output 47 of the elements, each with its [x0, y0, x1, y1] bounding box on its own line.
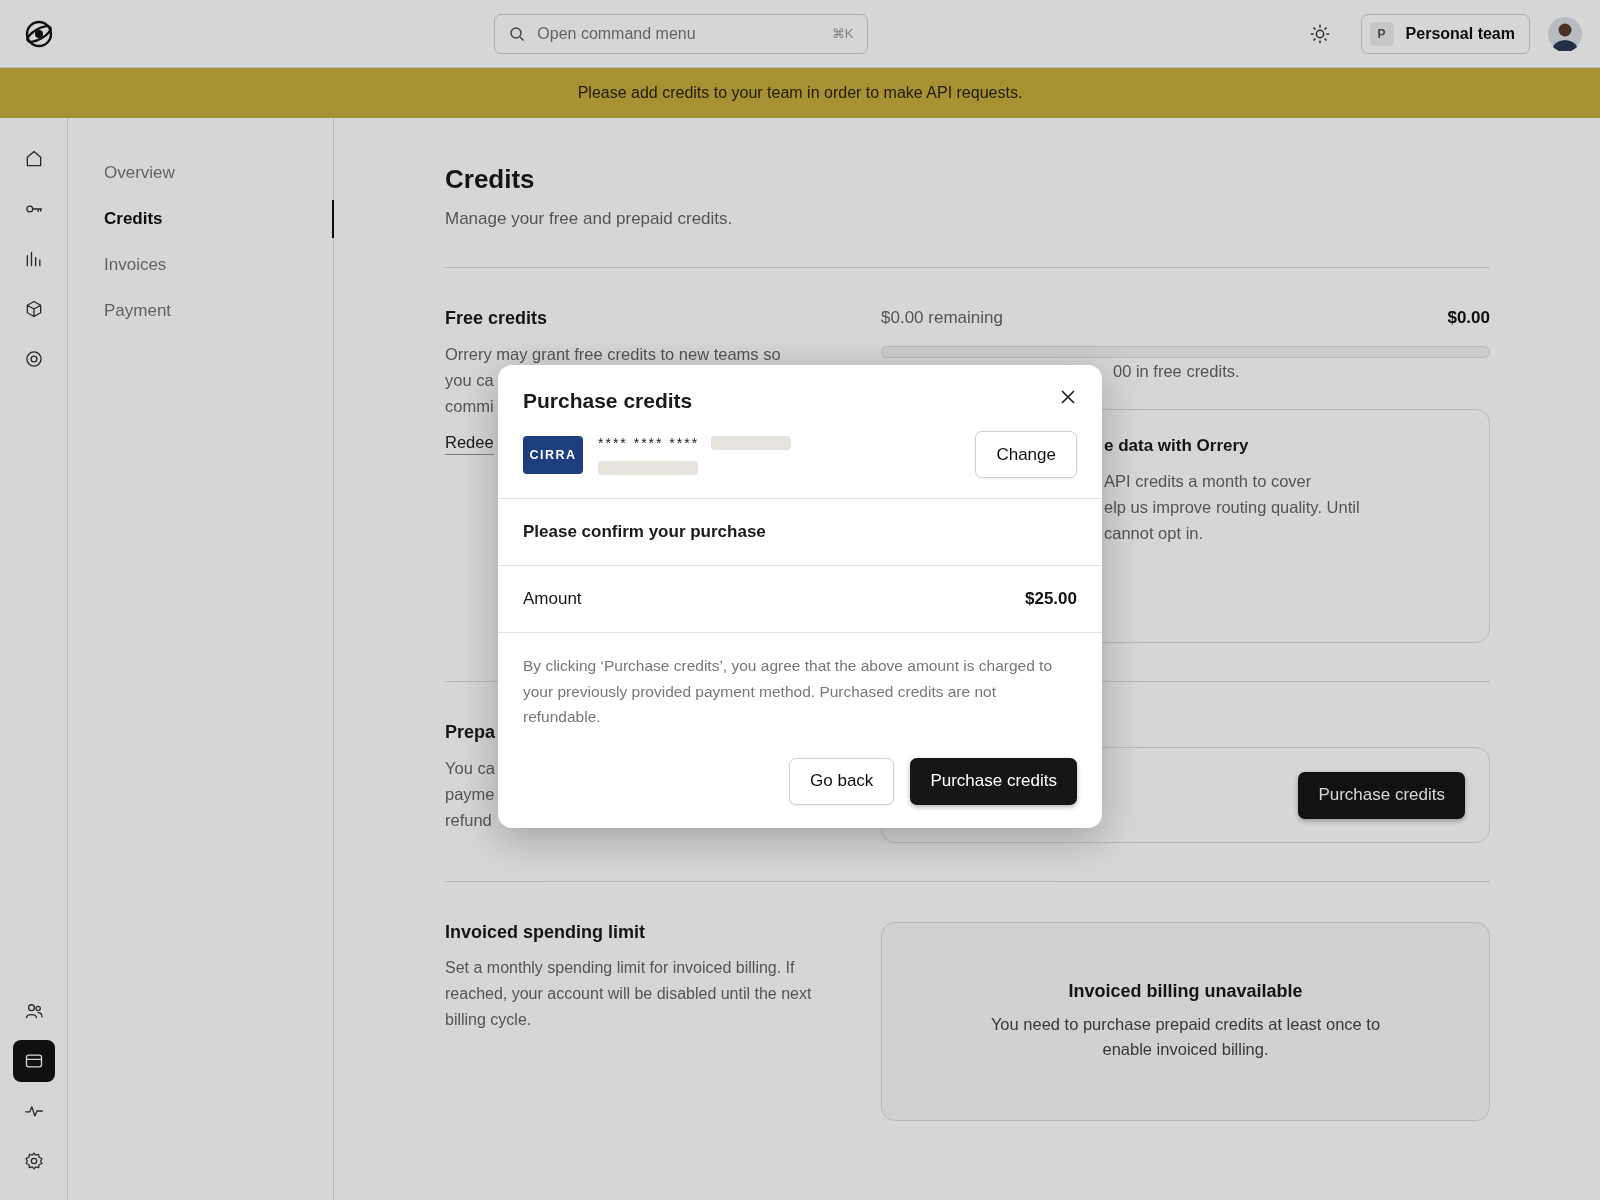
purchase-credits-button[interactable]: Purchase credits	[1298, 771, 1465, 819]
remaining-amount: $0.00	[1447, 308, 1490, 328]
card-text: You need to purchase prepaid credits at least once to enable invoiced billing.	[989, 1014, 1382, 1060]
card-text: elp us improve routing quality. Until	[1104, 497, 1360, 518]
card-text: cannot opt in.	[1104, 523, 1204, 544]
subnav-item[interactable]: Overview	[104, 150, 333, 196]
amount-label: Amount	[523, 589, 582, 609]
logo-icon[interactable]	[24, 18, 54, 49]
section-description: Set a monthly spending limit for invoiced billing. If reached, your account will be disabled until the next billing cycle.	[445, 958, 813, 1030]
search-icon	[509, 25, 526, 42]
section-description: refund	[445, 810, 492, 831]
usage-text: 00 in free credits.	[1112, 362, 1241, 381]
close-icon[interactable]	[1060, 389, 1076, 405]
card-brand-logo: CIRRA	[523, 435, 583, 474]
remaining-label: $0.00 remaining	[881, 308, 1003, 328]
warning-banner: Please add credits to your team in order to make API requests.	[0, 68, 1600, 118]
section-title: Free credits	[445, 308, 548, 329]
section-description: commi	[445, 396, 494, 417]
team-switcher[interactable]: P Personal team	[1360, 13, 1530, 54]
section-title: Prepa	[445, 722, 496, 743]
purchase-credits-button[interactable]: Purchase credits	[910, 757, 1077, 805]
card-title: e data with Orrery	[1104, 436, 1250, 456]
purchase-notice: By clicking ‘Purchase credits’, you agree that the above amount is charged to your previously provided payment method. Purchased credits are not refundable.	[498, 632, 1102, 730]
change-button[interactable]: Change	[975, 431, 1077, 478]
section-description: You ca	[445, 758, 495, 779]
avatar[interactable]	[1548, 16, 1582, 51]
subnav-item[interactable]: Payment	[104, 288, 333, 334]
page-subtitle: Manage your free and prepaid credits.	[445, 209, 734, 229]
section-description: payme	[445, 784, 495, 805]
subnav-item[interactable]: Invoices	[104, 242, 333, 288]
redeem-link[interactable]: Redee	[445, 433, 494, 455]
command-search-field[interactable]: Open command menu ⌘K	[494, 13, 869, 54]
card-text: API credits a month to cover	[1104, 471, 1312, 492]
confirm-heading: Please confirm your purchase	[523, 522, 766, 542]
section-title: Invoiced spending limit	[445, 922, 646, 943]
section-description: Orrery may grant free credits to new teams so	[445, 344, 781, 365]
amount-value: $25.00	[1025, 589, 1077, 609]
card-number: **** **** ****	[598, 434, 700, 451]
subnav-item[interactable]: Credits	[104, 196, 333, 242]
page-title: Credits	[445, 164, 536, 195]
dialog-title: Purchase credits	[523, 389, 693, 413]
shortcut-hint: ⌘K	[831, 26, 854, 41]
credit-card-icon[interactable]	[12, 1040, 55, 1082]
sun-icon[interactable]	[1308, 22, 1331, 45]
card-title: Invoiced billing unavailable	[1068, 981, 1303, 1002]
section-description: you ca	[445, 370, 494, 391]
go-back-button[interactable]: Go back	[789, 757, 895, 805]
